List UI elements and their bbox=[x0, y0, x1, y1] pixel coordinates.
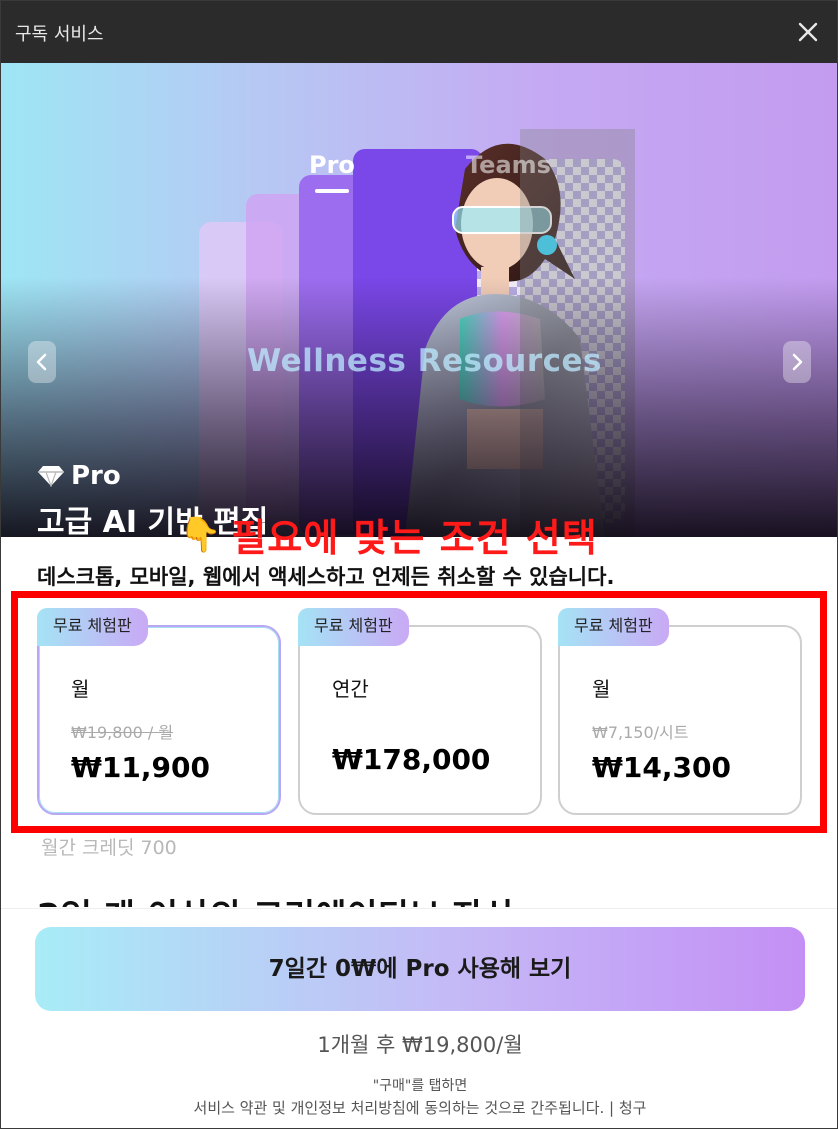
start-trial-button[interactable]: 7일간 0₩에 Pro 사용해 보기 bbox=[35, 927, 805, 1011]
close-icon[interactable] bbox=[791, 15, 825, 49]
plan-per-seat-price: ₩7,150/시트 bbox=[592, 723, 689, 742]
chevron-left-icon bbox=[36, 353, 47, 371]
start-trial-button-label: 7일간 0₩에 Pro 사용해 보기 bbox=[268, 956, 572, 982]
chevron-right-icon bbox=[792, 353, 803, 371]
window-title: 구독 서비스 bbox=[15, 24, 104, 45]
monthly-credit-note: 월간 크레딧 700 bbox=[41, 837, 177, 859]
annotation-callout: 👇 필요에 맞는 조건 선택 bbox=[179, 507, 598, 562]
plan-price: ₩11,900 bbox=[71, 751, 210, 784]
diamond-icon bbox=[38, 466, 64, 487]
after-trial-price-note: 1개월 후 ₩19,800/월 bbox=[317, 1033, 523, 1057]
tab-teams[interactable]: Teams bbox=[466, 151, 551, 179]
plan-card-monthly[interactable]: 무료 체험판 월 ₩19,800 / 월 ₩11,900 bbox=[37, 608, 281, 815]
purchase-footer: 7일간 0₩에 Pro 사용해 보기 1개월 후 ₩19,800/월 "구매"를… bbox=[1, 908, 837, 1128]
legal-line-2: 서비스 약관 및 개인정보 처리방침에 동의하는 것으로 간주됩니다. | 청구 bbox=[1, 1097, 837, 1118]
billing-link[interactable]: 청구 bbox=[619, 1099, 647, 1117]
plan-card-annual[interactable]: 무료 체험판 연간 ₩178,000 bbox=[298, 608, 542, 815]
pro-badge-label: Pro bbox=[71, 461, 121, 491]
watermark-text: Wellness Resources bbox=[247, 343, 603, 379]
section-heading: 2억 개 이상의 크리에이티브 자산 bbox=[37, 889, 797, 907]
pro-badge: Pro bbox=[37, 461, 121, 491]
plan-period: 연간 bbox=[332, 677, 369, 701]
legal-separator: | bbox=[604, 1099, 619, 1117]
plan-price: ₩14,300 bbox=[592, 751, 731, 784]
subscription-window: 구독 서비스 Pro Teams Wellness Resources Pro … bbox=[0, 0, 838, 1129]
pointing-down-hand-icon: 👇 bbox=[179, 514, 222, 555]
plan-card-teams-monthly[interactable]: 무료 체험판 월 ₩7,150/시트 ₩14,300 bbox=[558, 608, 802, 815]
plan-price: ₩178,000 bbox=[332, 743, 491, 776]
section-heading-partial: 2억 개 이상의 크리에이티브 자산 bbox=[37, 889, 797, 907]
free-trial-tag: 무료 체험판 bbox=[298, 608, 409, 646]
carousel-prev-button[interactable] bbox=[28, 341, 56, 383]
hero-banner: Pro Teams Wellness Resources Pro 고급 AI 기… bbox=[1, 63, 837, 537]
plan-subtitle: 데스크톱, 모바일, 웹에서 액세스하고 언제든 취소할 수 있습니다. bbox=[37, 565, 615, 589]
free-trial-tag: 무료 체험판 bbox=[37, 608, 148, 646]
active-tab-indicator bbox=[315, 189, 349, 193]
free-trial-tag: 무료 체험판 bbox=[558, 608, 669, 646]
legal-line-1: "구매"를 탭하면 bbox=[372, 1078, 468, 1094]
plan-period: 월 bbox=[71, 677, 90, 701]
plan-period: 월 bbox=[592, 677, 611, 701]
tab-pro[interactable]: Pro bbox=[309, 151, 355, 179]
plan-original-price: ₩19,800 / 월 bbox=[71, 723, 174, 742]
legal-consent-text: 서비스 약관 및 개인정보 처리방침에 동의하는 것으로 간주됩니다. bbox=[193, 1099, 605, 1117]
title-bar: 구독 서비스 bbox=[1, 1, 837, 63]
annotation-text: 필요에 맞는 조건 선택 bbox=[231, 516, 598, 560]
carousel-next-button[interactable] bbox=[783, 341, 811, 383]
